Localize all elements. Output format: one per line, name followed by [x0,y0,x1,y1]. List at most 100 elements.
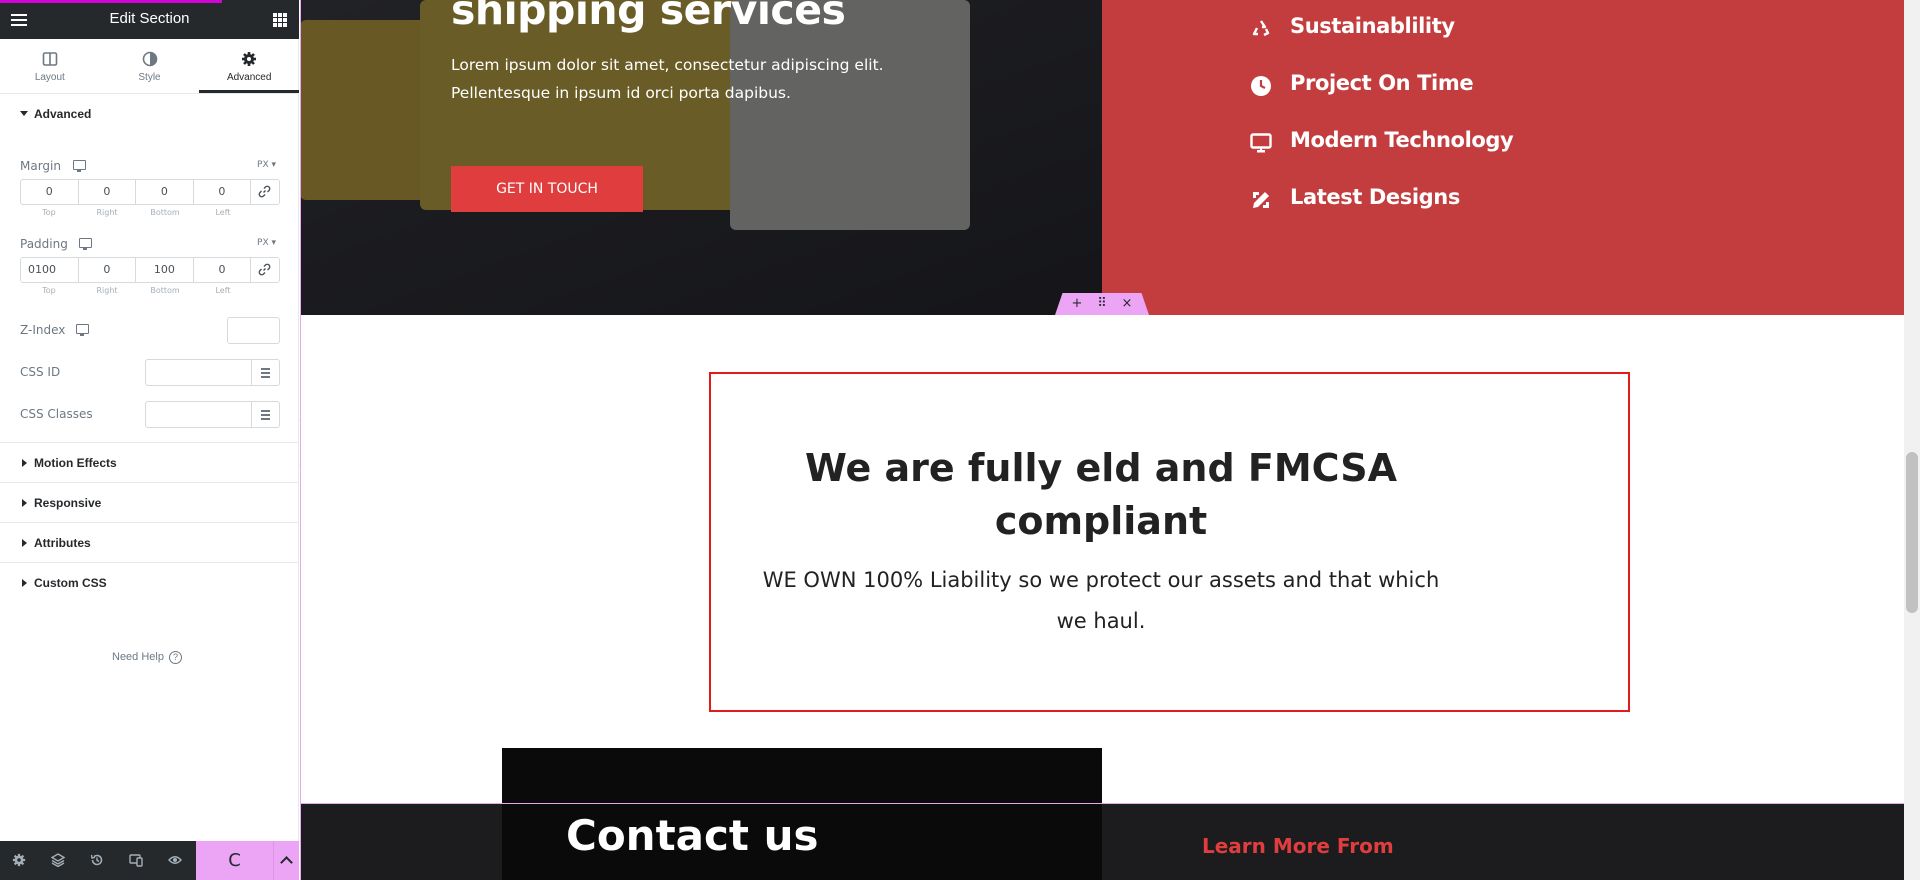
loading-progress-bar [0,0,222,3]
save-options-toggle[interactable] [273,841,299,880]
tab-style-label: Style [138,72,161,83]
feature-label: Latest Designs [1290,185,1460,209]
design-tools-icon [1253,192,1269,208]
preview-eye-icon [168,856,182,864]
help-question-icon: ? [168,651,182,664]
section-label: Attributes [34,536,91,550]
padding-dim-labels: Top Right Bottom Left [20,286,252,295]
section-responsive[interactable]: Responsive [0,483,299,523]
z-index-control: Z-Index [20,317,280,351]
navigator-button[interactable] [39,841,78,880]
section-attributes[interactable]: Attributes [0,523,299,563]
panel-title: Edit Section [109,10,190,27]
margin-dimensions: 0 0 0 0 [20,179,280,205]
page-scrollbar[interactable] [1904,0,1920,880]
section-motion-effects[interactable]: Motion Effects [0,443,299,483]
get-in-touch-button[interactable]: GET IN TOUCH [451,166,643,212]
page-preview: shipping services Lorem ipsum dolor sit … [300,0,1904,880]
padding-dimensions: 0100 0 100 0 [20,257,280,283]
tab-advanced[interactable]: Advanced [199,39,300,93]
css-classes-input[interactable] [145,401,252,428]
link-icon [258,263,271,276]
tab-layout[interactable]: Layout [0,39,100,93]
edit-outline [300,803,1904,804]
contact-heading: Contact us [566,811,819,860]
margin-unit-value: PX [257,160,269,170]
css-classes-control: CSS Classes [20,401,280,435]
edit-outline [300,0,301,880]
margin-unit-select[interactable]: PX ▾ [257,160,276,170]
padding-label: Padding [20,237,68,251]
margin-right-input[interactable]: 0 [78,180,137,204]
features-column: Sustainablility Project On Time Modern T… [1102,0,1904,315]
section-custom-css[interactable]: Custom CSS [0,563,299,603]
section-edit-handle: + ⠿ × [1055,293,1149,315]
caret-right-icon [22,579,27,587]
dim-label-top: Top [42,286,56,295]
css-id-input[interactable] [145,359,252,386]
z-index-input[interactable] [227,317,280,344]
style-contrast-icon [142,51,157,67]
scrollbar-thumb[interactable] [1906,452,1918,613]
feature-label: Sustainablility [1290,14,1455,38]
caret-right-icon [22,459,27,467]
panel-header: Edit Section [0,0,299,39]
drag-move-icon[interactable]: ⠿ [1094,296,1110,312]
padding-left-input[interactable]: 0 [193,258,252,282]
padding-bottom-input[interactable]: 100 [136,258,194,282]
padding-control: Padding PX ▾ 0100 0 100 0 Top Right Bott… [20,237,280,305]
delete-section-close-icon[interactable]: × [1119,296,1135,312]
desktop-responsive-icon[interactable] [73,160,86,172]
history-button[interactable] [78,841,117,880]
tab-layout-label: Layout [34,72,65,83]
history-icon [90,854,103,866]
margin-left-input[interactable]: 0 [193,180,252,204]
css-id-label: CSS ID [20,365,61,379]
margin-dim-labels: Top Right Bottom Left [20,208,252,217]
need-help-link[interactable]: Need Help? [112,651,182,664]
settings-icon [12,853,26,867]
compliance-box: We are fully eld and FMCSA compliant WE … [709,372,1630,712]
z-index-label: Z-Index [20,323,66,337]
margin-label: Margin [20,159,61,173]
contact-block: Contact us [502,748,1102,880]
padding-right-input[interactable]: 0 [78,258,137,282]
responsive-mode-button[interactable] [117,841,156,880]
feature-label: Modern Technology [1290,128,1514,152]
need-help-label: Need Help [112,651,164,663]
padding-unit-value: PX [257,238,269,248]
caret-right-icon [22,499,27,507]
preview-button[interactable] [156,841,195,880]
tab-style[interactable]: Style [100,39,200,93]
desktop-responsive-icon[interactable] [76,324,89,336]
update-button[interactable]: C [196,841,273,880]
padding-link-button[interactable] [251,258,279,282]
settings-button[interactable] [0,841,39,880]
dynamic-tags-button[interactable] [252,401,280,428]
margin-top-input[interactable]: 0 [21,180,79,204]
compliance-heading: We are fully eld and FMCSA compliant [804,446,1398,543]
editor-panel: Edit Section Layout Style Advanced Advan… [0,0,300,880]
hero-dark-overlay [300,0,1102,315]
recycle-icon [1252,20,1270,37]
section-label: Custom CSS [34,576,107,590]
widgets-grid-icon[interactable] [273,13,287,27]
margin-bottom-input[interactable]: 0 [136,180,194,204]
padding-top-input[interactable]: 0100 [21,258,79,282]
section-advanced-header[interactable]: Advanced [0,94,299,134]
section-label: Responsive [34,496,102,510]
section-advanced-title: Advanced [34,107,92,121]
desktop-responsive-icon[interactable] [79,238,92,250]
layout-icon [42,52,58,66]
add-section-plus-icon[interactable]: + [1069,296,1085,312]
dynamic-tags-button[interactable] [252,359,280,386]
hero-title: shipping services [451,0,846,34]
padding-unit-select[interactable]: PX ▾ [257,238,276,248]
panel-body: Advanced [0,94,299,134]
caret-right-icon [22,539,27,547]
dim-label-bottom: Bottom [150,208,180,217]
panel-footer: C [0,841,299,880]
desktop-icon [1250,133,1272,153]
css-id-control: CSS ID [20,359,280,393]
margin-link-button[interactable] [251,180,279,204]
